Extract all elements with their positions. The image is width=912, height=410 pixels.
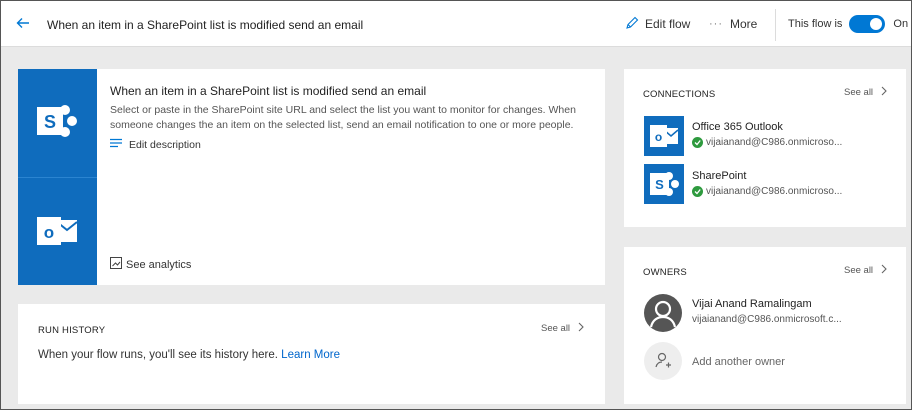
run-history-heading: RUN HISTORY [38, 325, 106, 336]
edit-description-button[interactable]: Edit description [110, 138, 201, 151]
back-arrow-icon[interactable] [15, 15, 31, 31]
flow-toggle[interactable] [849, 15, 886, 33]
owner-email: vijaianand@C986.onmicrosoft.c... [692, 314, 842, 325]
sharepoint-icon: S [35, 101, 79, 141]
owners-card: OWNERS See all Vijai Anand Ramalingam vi… [624, 247, 906, 404]
toggle-state-label: On [893, 18, 909, 30]
edit-flow-label: Edit flow [645, 17, 691, 31]
connection-name: SharePoint [692, 170, 747, 182]
connections-heading: CONNECTIONS [643, 89, 716, 100]
chevron-right-icon [578, 322, 584, 335]
more-label: More [730, 17, 758, 31]
owners-heading: OWNERS [643, 267, 687, 278]
edit-flow-button[interactable]: Edit flow [625, 14, 690, 34]
top-bar: When an item in a SharePoint list is mod… [1, 1, 911, 47]
check-icon [692, 137, 703, 148]
more-button[interactable]: ··· More [709, 14, 757, 34]
analytics-icon [110, 257, 122, 272]
svg-text:o: o [44, 223, 54, 242]
run-history-card: RUN HISTORY See all When your flow runs,… [18, 304, 605, 404]
see-analytics-button[interactable]: See analytics [110, 257, 191, 272]
connections-card: CONNECTIONS See all o Office 365 Outlook… [624, 69, 906, 227]
see-all-label: See all [541, 323, 571, 334]
flow-name: When an item in a SharePoint list is mod… [110, 84, 427, 98]
run-history-see-all[interactable]: See all [541, 322, 584, 335]
see-all-label: See all [844, 87, 874, 98]
connector-icons-column: S o [18, 69, 97, 285]
connection-account-text: vijaianand@C986.onmicroso... [706, 137, 843, 148]
divider [775, 9, 776, 41]
edit-description-label: Edit description [129, 138, 201, 151]
see-analytics-label: See analytics [126, 258, 192, 271]
svg-text:S: S [655, 177, 664, 192]
chevron-right-icon [881, 264, 887, 277]
chevron-right-icon [881, 86, 887, 99]
see-all-label: See all [844, 265, 874, 276]
owners-see-all[interactable]: See all [844, 264, 887, 277]
flow-status-label: This flow is [788, 18, 843, 30]
owner-name: Vijai Anand Ramalingam [692, 298, 812, 310]
page-title: When an item in a SharePoint list is mod… [47, 18, 364, 32]
outlook-icon: o [644, 116, 684, 156]
learn-more-link[interactable]: Learn More [281, 349, 340, 361]
connections-see-all[interactable]: See all [844, 86, 887, 99]
connection-name: Office 365 Outlook [692, 121, 783, 133]
connection-account: vijaianand@C986.onmicroso... [692, 186, 842, 197]
run-history-text: When your flow runs, you'll see its hist… [38, 349, 278, 361]
sharepoint-icon: S [644, 164, 684, 204]
pencil-icon [625, 16, 639, 33]
owner-avatar [644, 294, 682, 332]
flow-status: This flow is On [788, 14, 908, 34]
add-owner-button[interactable]: Add another owner [692, 356, 785, 368]
run-history-message: When your flow runs, you'll see its hist… [38, 349, 340, 361]
check-icon [692, 186, 703, 197]
add-owner-icon[interactable] [644, 342, 682, 380]
connection-account: vijaianand@C986.onmicroso... [692, 137, 842, 148]
svg-text:S: S [44, 112, 56, 132]
svg-text:o: o [655, 130, 662, 144]
outlook-icon: o [35, 211, 79, 251]
flow-description: Select or paste in the SharePoint site U… [110, 104, 576, 131]
flow-details-card: S o When an item in a SharePoint list is… [18, 69, 605, 285]
lines-icon [110, 138, 122, 151]
ellipsis-icon: ··· [709, 18, 723, 30]
connection-account-text: vijaianand@C986.onmicroso... [706, 186, 843, 197]
